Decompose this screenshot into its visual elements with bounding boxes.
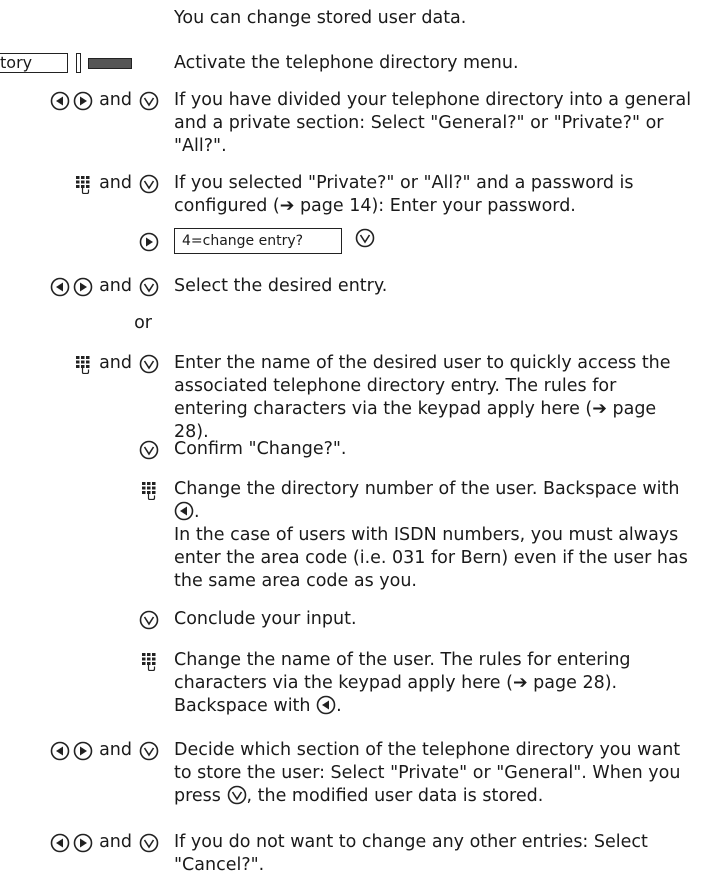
directory-key-bar: [76, 53, 81, 73]
directory-key: tory: [0, 53, 68, 73]
and-label: and: [99, 173, 132, 193]
step-text: Enter the name of the desired user to qu…: [174, 353, 671, 442]
and-label: and: [99, 276, 132, 296]
step-text: Change the directory number of the user.…: [174, 478, 694, 593]
step-note: In the case of users with ISDN numbers, …: [174, 525, 688, 591]
step-keys: [139, 608, 159, 631]
step-text: Confirm "Change?".: [174, 439, 347, 459]
step-keys: [139, 230, 159, 253]
ok-key-icon: [227, 785, 247, 805]
ok-key-icon: [355, 228, 375, 248]
left-arrow-key-icon: [50, 91, 70, 111]
keypad-icon: [73, 354, 93, 374]
display-field: 4=change entry?: [174, 228, 342, 254]
step-keys: and: [73, 352, 159, 375]
step-keys: and: [50, 831, 159, 854]
intro-text: You can change stored user data.: [174, 8, 467, 28]
ok-key-icon: [139, 833, 159, 853]
step-keys: and: [50, 275, 159, 298]
step-keys: and: [50, 739, 159, 762]
ok-key-icon: [139, 440, 159, 460]
step-text: If you have divided your telephone direc…: [174, 90, 692, 156]
step-keys: [139, 478, 159, 501]
step-text: If you do not want to change any other e…: [174, 832, 648, 875]
step-keys: and: [73, 172, 159, 195]
right-arrow-key-icon: [73, 741, 93, 761]
right-arrow-key-icon: [139, 232, 159, 252]
step-keys: [139, 649, 159, 672]
left-arrow-key-icon: [50, 741, 70, 761]
ok-key-icon: [139, 277, 159, 297]
left-arrow-key-icon: [174, 501, 194, 521]
and-label: and: [99, 353, 132, 373]
and-label: and: [99, 90, 132, 110]
step-keys: and: [50, 89, 159, 112]
right-arrow-key-icon: [73, 833, 93, 853]
and-label: and: [99, 740, 132, 760]
and-label: and: [99, 832, 132, 852]
keypad-icon: [73, 174, 93, 194]
step-text-part: .: [336, 696, 342, 716]
left-arrow-key-icon: [316, 695, 336, 715]
ok-key-icon: [139, 610, 159, 630]
step-text: Select the desired entry.: [174, 276, 388, 296]
left-arrow-key-icon: [50, 277, 70, 297]
step-keys: [139, 438, 159, 461]
ok-key-icon: [139, 354, 159, 374]
right-arrow-key-icon: [73, 277, 93, 297]
left-arrow-key-icon: [50, 833, 70, 853]
step-text: Decide which section of the telephone di…: [174, 739, 694, 808]
step-text-part: Change the name of the user. The rules f…: [174, 650, 631, 716]
step-text: If you selected "Private?" or "All?" and…: [174, 173, 634, 216]
keypad-icon: [139, 651, 159, 671]
ok-key-icon: [139, 741, 159, 761]
directory-key-slider: [88, 58, 132, 69]
ok-key-icon: [139, 91, 159, 111]
or-label: or: [134, 313, 152, 333]
step-text-part: Change the directory number of the user.…: [174, 479, 680, 499]
step-text: Change the name of the user. The rules f…: [174, 649, 694, 718]
step-text: Activate the telephone directory menu.: [174, 53, 519, 73]
step-text-part: .: [194, 502, 200, 522]
right-arrow-key-icon: [73, 91, 93, 111]
step-text-part: , the modified user data is stored.: [246, 786, 544, 806]
keypad-icon: [139, 480, 159, 500]
ok-key-icon: [139, 174, 159, 194]
step-text: Conclude your input.: [174, 609, 357, 629]
